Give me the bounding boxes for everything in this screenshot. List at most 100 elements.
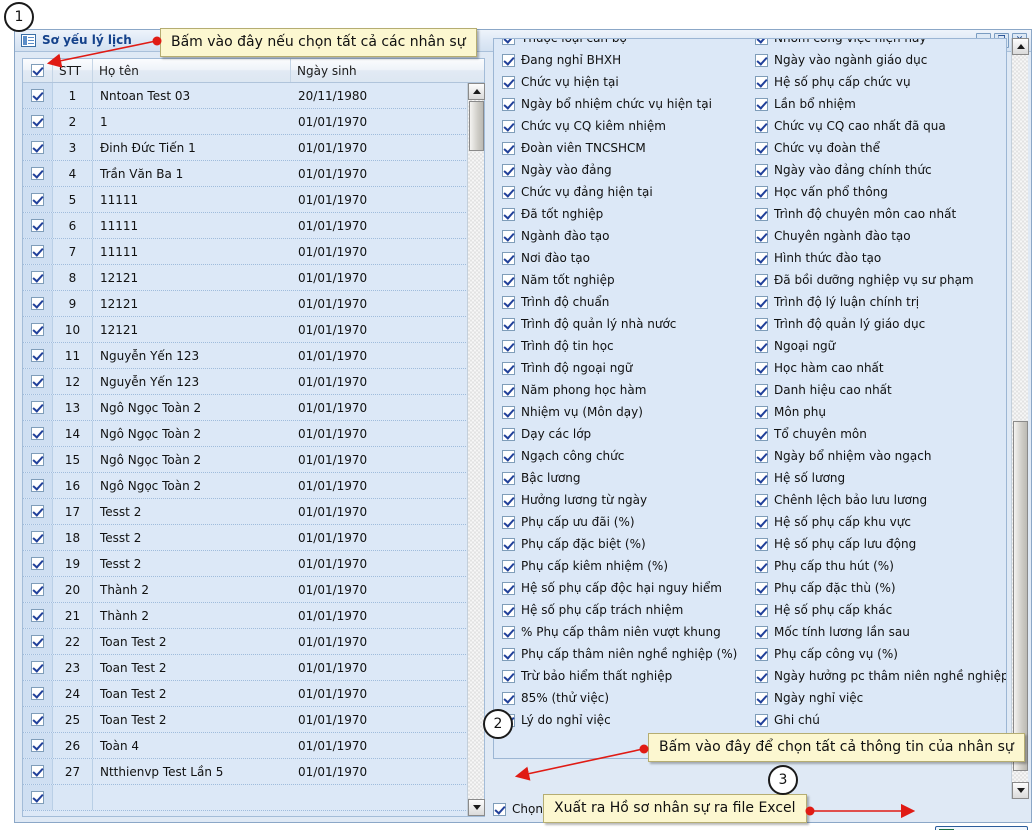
row-select-checkbox[interactable]: [31, 713, 44, 726]
field-option[interactable]: Phụ cấp đặc biệt (%): [494, 533, 746, 555]
table-row[interactable]: 22 Toan Test 2 01/01/1970: [23, 629, 484, 655]
field-option-checkbox[interactable]: [502, 39, 515, 45]
row-select-cell[interactable]: [23, 499, 53, 524]
row-select-cell[interactable]: [23, 525, 53, 550]
field-option-checkbox[interactable]: [755, 39, 768, 45]
row-select-cell[interactable]: [23, 759, 53, 784]
field-option-checkbox[interactable]: [755, 493, 768, 507]
field-option-checkbox[interactable]: [502, 669, 515, 683]
row-select-cell[interactable]: [23, 369, 53, 394]
table-row[interactable]: 23 Toan Test 2 01/01/1970: [23, 655, 484, 681]
table-row[interactable]: 27 Ntthienvp Test Lần 5 01/01/1970: [23, 759, 484, 785]
field-option-checkbox[interactable]: [755, 207, 768, 221]
table-row[interactable]: 24 Toan Test 2 01/01/1970: [23, 681, 484, 707]
field-option[interactable]: % Phụ cấp thâm niên vượt khung: [494, 621, 746, 643]
field-option-checkbox[interactable]: [502, 251, 515, 265]
field-option-checkbox[interactable]: [502, 163, 515, 177]
table-row[interactable]: [23, 785, 484, 811]
row-select-checkbox[interactable]: [31, 505, 44, 518]
field-option[interactable]: Hệ số phụ cấp khu vực: [747, 511, 999, 533]
field-option[interactable]: Phụ cấp công vụ (%): [747, 643, 999, 665]
field-option-checkbox[interactable]: [502, 185, 515, 199]
field-option-checkbox[interactable]: [502, 559, 515, 573]
field-option[interactable]: Chức vụ CQ kiêm nhiệm: [494, 115, 746, 137]
field-option-checkbox[interactable]: [755, 273, 768, 287]
field-option[interactable]: Hệ số phụ cấp khác: [747, 599, 999, 621]
row-select-cell[interactable]: [23, 577, 53, 602]
row-select-checkbox[interactable]: [31, 115, 44, 128]
field-option[interactable]: Đang nghỉ BHXH: [494, 49, 746, 71]
field-option[interactable]: Ngày bổ nhiệm chức vụ hiện tại: [494, 93, 746, 115]
field-option-checkbox[interactable]: [755, 471, 768, 485]
field-option-checkbox[interactable]: [755, 603, 768, 617]
field-option[interactable]: Trình độ lý luận chính trị: [747, 291, 999, 313]
row-select-checkbox[interactable]: [31, 219, 44, 232]
row-select-checkbox[interactable]: [31, 375, 44, 388]
table-row[interactable]: 13 Ngô Ngọc Toàn 2 01/01/1970: [23, 395, 484, 421]
field-option[interactable]: Đã bồi dưỡng nghiệp vụ sư phạm: [747, 269, 999, 291]
field-option[interactable]: Danh hiệu cao nhất: [747, 379, 999, 401]
field-option-checkbox[interactable]: [755, 537, 768, 551]
row-select-checkbox[interactable]: [31, 739, 44, 752]
field-option-checkbox[interactable]: [502, 427, 515, 441]
table-row[interactable]: 17 Tesst 2 01/01/1970: [23, 499, 484, 525]
field-option-checkbox[interactable]: [502, 317, 515, 331]
field-option-checkbox[interactable]: [755, 449, 768, 463]
row-select-checkbox[interactable]: [31, 245, 44, 258]
row-select-checkbox[interactable]: [31, 271, 44, 284]
field-option[interactable]: Chức vụ đảng hiện tại: [494, 181, 746, 203]
row-select-checkbox[interactable]: [31, 791, 44, 804]
field-option[interactable]: Ngày nghỉ việc: [747, 687, 999, 709]
row-select-checkbox[interactable]: [31, 453, 44, 466]
row-select-cell[interactable]: [23, 83, 53, 108]
field-option-checkbox[interactable]: [755, 251, 768, 265]
field-option[interactable]: Phụ cấp kiêm nhiệm (%): [494, 555, 746, 577]
grid-vertical-scrollbar[interactable]: [467, 83, 485, 816]
field-option[interactable]: Hệ số phụ cấp chức vụ: [747, 71, 999, 93]
grid-scrollbar-track[interactable]: [468, 100, 484, 799]
field-option-checkbox[interactable]: [502, 647, 515, 661]
table-row[interactable]: 2 1 01/01/1970: [23, 109, 484, 135]
field-option[interactable]: Nơi đào tạo: [494, 247, 746, 269]
field-option[interactable]: Ngày vào đảng chính thức: [747, 159, 999, 181]
row-select-cell[interactable]: [23, 629, 53, 654]
table-row[interactable]: 5 11111 01/01/1970: [23, 187, 484, 213]
field-option-checkbox[interactable]: [755, 163, 768, 177]
row-select-checkbox[interactable]: [31, 635, 44, 648]
column-header-stt[interactable]: STT: [53, 59, 93, 82]
row-select-cell[interactable]: [23, 447, 53, 472]
field-option[interactable]: Dạy các lớp: [494, 423, 746, 445]
row-select-cell[interactable]: [23, 681, 53, 706]
fields-scrollbar-thumb[interactable]: [1013, 421, 1028, 771]
field-option[interactable]: Mốc tính lương lần sau: [747, 621, 999, 643]
field-option-checkbox[interactable]: [755, 647, 768, 661]
row-select-cell[interactable]: [23, 265, 53, 290]
field-option-checkbox[interactable]: [755, 119, 768, 133]
table-row[interactable]: 6 11111 01/01/1970: [23, 213, 484, 239]
field-option-checkbox[interactable]: [502, 471, 515, 485]
table-row[interactable]: 4 Trần Văn Ba 1 01/01/1970: [23, 161, 484, 187]
row-select-checkbox[interactable]: [31, 89, 44, 102]
row-select-checkbox[interactable]: [31, 323, 44, 336]
field-option-checkbox[interactable]: [755, 383, 768, 397]
field-option-checkbox[interactable]: [755, 53, 768, 67]
field-option[interactable]: Chuyên ngành đào tạo: [747, 225, 999, 247]
table-row[interactable]: 14 Ngô Ngọc Toàn 2 01/01/1970: [23, 421, 484, 447]
field-option-checkbox[interactable]: [755, 295, 768, 309]
row-select-checkbox[interactable]: [31, 427, 44, 440]
field-option[interactable]: Ngạch công chức: [494, 445, 746, 467]
field-option[interactable]: Môn phụ: [747, 401, 999, 423]
row-select-cell[interactable]: [23, 239, 53, 264]
row-select-checkbox[interactable]: [31, 193, 44, 206]
row-select-checkbox[interactable]: [31, 479, 44, 492]
row-select-checkbox[interactable]: [31, 765, 44, 778]
field-option[interactable]: Ngày vào đảng: [494, 159, 746, 181]
row-select-cell[interactable]: [23, 733, 53, 758]
field-option-checkbox[interactable]: [755, 229, 768, 243]
field-option-checkbox[interactable]: [755, 559, 768, 573]
row-select-cell[interactable]: [23, 603, 53, 628]
row-select-checkbox[interactable]: [31, 141, 44, 154]
table-row[interactable]: 7 11111 01/01/1970: [23, 239, 484, 265]
field-option[interactable]: Ngoại ngữ: [747, 335, 999, 357]
field-option[interactable]: Hệ số lương: [747, 467, 999, 489]
